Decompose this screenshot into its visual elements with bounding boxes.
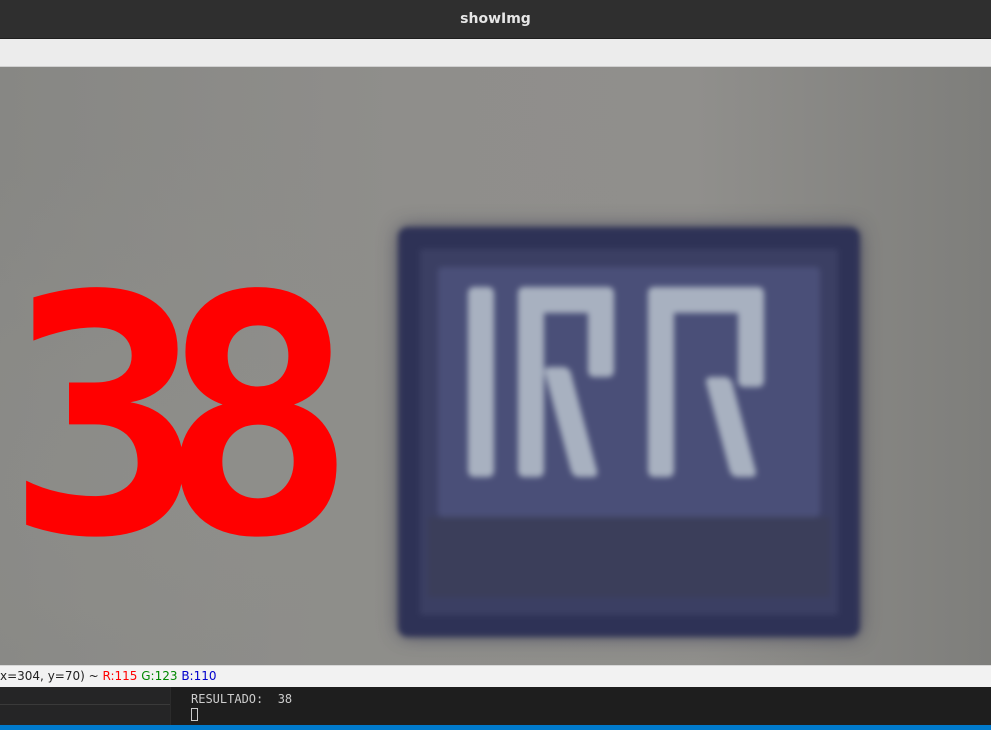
sign-panel bbox=[438, 267, 820, 517]
pixel-blue-value: B:110 bbox=[181, 669, 217, 683]
terminal-result-line: RESULTADO: 38 bbox=[191, 692, 293, 706]
sign-glyph bbox=[468, 287, 494, 477]
sign-glyph bbox=[704, 377, 758, 477]
cursor-coords: x=304, y=70) ~ bbox=[0, 669, 99, 683]
image-toolbar bbox=[0, 39, 991, 67]
pixel-green-value: G:123 bbox=[141, 669, 178, 683]
pixel-info-statusbar: x=304, y=70) ~ R:115 G:123 B:110 bbox=[0, 665, 991, 687]
pixel-red-value: R:115 bbox=[102, 669, 138, 683]
editor-statusbar bbox=[0, 725, 991, 730]
window-title: showImg bbox=[460, 11, 531, 27]
sign-glyph bbox=[738, 287, 764, 387]
sign-glyph bbox=[543, 367, 599, 477]
detected-number-overlay: 38 bbox=[6, 226, 357, 610]
sign-glyph bbox=[588, 287, 614, 377]
sign-glyph bbox=[518, 287, 544, 477]
image-viewport[interactable]: 38 bbox=[0, 67, 991, 665]
terminal-panel[interactable]: RESULTADO: 38 bbox=[171, 687, 991, 725]
sign-glyph bbox=[648, 287, 674, 477]
sign-image bbox=[398, 227, 860, 637]
terminal-cursor bbox=[191, 708, 198, 721]
sign-lower-band bbox=[428, 517, 830, 597]
window-titlebar[interactable]: showImg bbox=[0, 0, 991, 39]
side-panel bbox=[0, 687, 170, 725]
side-panel-divider bbox=[0, 704, 170, 705]
